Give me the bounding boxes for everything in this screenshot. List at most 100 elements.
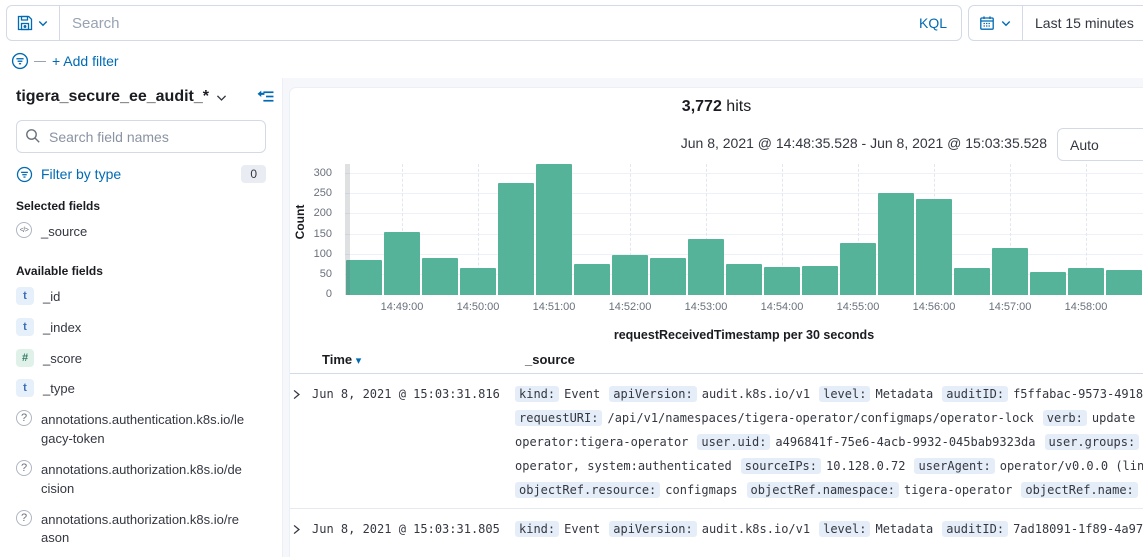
field-search-input[interactable] [16, 120, 266, 153]
y-tick-label: 300 [292, 167, 332, 179]
histogram-plot [345, 164, 1143, 295]
histogram-bar[interactable] [802, 266, 838, 295]
histogram-bar[interactable] [650, 258, 686, 295]
field-name: annotations.authentication.k8s.io/legacy… [41, 411, 246, 449]
query-bar: KQL [6, 5, 962, 41]
field-item[interactable]: ? annotations.authentication.k8s.io/legac… [16, 405, 266, 455]
kibana-discover-app: KQL Last 15 minutes + Add filter tigera_… [0, 0, 1143, 557]
filter-by-type-label: Filter by type [41, 166, 121, 182]
field-key-badge: auditID: [942, 521, 1008, 537]
y-axis-ticks: 050100150200250300 [290, 164, 338, 295]
y-tick-label: 250 [292, 187, 332, 199]
filter-options-button[interactable] [8, 49, 32, 73]
histogram-bar[interactable] [346, 260, 382, 295]
partial-bucket-marker [345, 164, 350, 295]
time-column-header[interactable]: Time ▾ [322, 352, 525, 367]
field-value: operator/v0.0.0 (linu [1000, 459, 1143, 473]
field-item[interactable]: #_score [16, 344, 266, 375]
add-filter-button[interactable]: + Add filter [52, 53, 119, 69]
histogram-bar[interactable] [992, 248, 1028, 295]
date-quick-select-button[interactable] [969, 6, 1023, 40]
histogram-bar[interactable] [878, 193, 914, 295]
unknown-field-icon: ? [16, 410, 32, 426]
available-fields-list: t_idt_index#_scoret_type?annotations.aut… [16, 282, 266, 557]
source-field-icon: </> [16, 222, 32, 238]
field-item[interactable]: t _index [16, 313, 266, 344]
field-name: _id [43, 288, 60, 307]
search-input[interactable] [60, 6, 905, 40]
source-column-header: _source [525, 352, 1143, 367]
filter-icon [16, 166, 33, 183]
field-item[interactable]: t _type [16, 374, 266, 405]
y-tick-label: 0 [292, 288, 332, 300]
field-key-badge: user.uid: [697, 434, 770, 450]
histogram-bar[interactable] [574, 264, 610, 295]
x-tick-label: 14:54:00 [761, 301, 804, 313]
histogram-bar[interactable] [726, 264, 762, 295]
interval-select[interactable]: Auto [1057, 128, 1143, 161]
histogram-bar[interactable] [1068, 268, 1104, 295]
field-key-badge: user.groups: [1045, 434, 1140, 450]
field-key-badge: userAgent: [914, 458, 994, 474]
index-pattern-switcher[interactable]: tigera_secure_ee_audit_* [16, 88, 209, 106]
sort-descending-icon[interactable]: ▾ [356, 355, 362, 367]
collapse-sidebar-button[interactable] [257, 88, 274, 105]
x-tick-label: 14:53:00 [685, 301, 728, 313]
field-item[interactable]: ?annotations.authorization.k8s.io/decisi… [16, 455, 266, 505]
expand-row-button[interactable] [290, 517, 312, 541]
field-value: Event [564, 387, 600, 401]
field-name: _type [43, 380, 75, 399]
histogram-bar[interactable] [612, 255, 648, 295]
documents-table: Time ▾ _source Jun 8, 2021 @ 15:03:31.81… [290, 352, 1143, 547]
filter-icon [11, 52, 29, 70]
histogram-bar[interactable] [916, 199, 952, 295]
field-item[interactable]: ?annotations.authorization.k8s.io/reason [16, 505, 266, 555]
field-key-badge: apiVersion: [609, 386, 696, 402]
histogram-bar[interactable] [536, 164, 572, 295]
saved-query-menu-button[interactable] [7, 6, 60, 40]
field-name: _index [43, 319, 81, 338]
field-value: update [1092, 411, 1135, 425]
histogram-bar[interactable] [688, 239, 724, 295]
y-tick-label: 100 [292, 248, 332, 260]
x-tick-label: 14:56:00 [913, 301, 956, 313]
filter-by-type-button[interactable]: Filter by type [16, 166, 121, 183]
histogram-bar[interactable] [1030, 272, 1066, 295]
field-key-badge: verb: [1043, 410, 1087, 426]
x-tick-label: 14:52:00 [609, 301, 652, 313]
histogram-bar[interactable] [384, 232, 420, 295]
field-value: operator:tigera-operator [515, 435, 688, 449]
string-field-icon: t [16, 379, 34, 397]
field-key-badge: kind: [515, 521, 559, 537]
histogram-chart: Count 050100150200250300 14:49:0014:50:0… [290, 164, 1143, 316]
x-axis-ticks: 14:49:0014:50:0014:51:0014:52:0014:53:00… [345, 301, 1143, 317]
field-item[interactable]: </> _source [16, 217, 266, 248]
field-key-badge: objectRef.namespace: [747, 482, 900, 498]
expand-row-button[interactable] [290, 382, 312, 406]
selected-fields-heading: Selected fields [16, 199, 266, 213]
x-tick-label: 14:57:00 [989, 301, 1032, 313]
chevron-down-icon [215, 91, 228, 104]
histogram-bar[interactable] [840, 243, 876, 295]
field-value: 7ad18091-1f89-4a97-9 [1013, 522, 1143, 536]
filter-count-badge: 0 [241, 165, 266, 183]
histogram-bar[interactable] [1106, 270, 1142, 295]
menu-left-icon [257, 88, 274, 105]
field-value: tigera-operator [904, 483, 1012, 497]
field-name: _source [41, 223, 87, 242]
selected-fields-list: </> _source [16, 217, 266, 248]
histogram-bar[interactable] [954, 268, 990, 295]
field-item[interactable]: t_id [16, 282, 266, 313]
string-field-icon: t [16, 318, 34, 336]
available-fields-heading: Available fields [16, 264, 266, 278]
field-key-badge: objectRef.resource: [515, 482, 660, 498]
histogram-bar[interactable] [764, 267, 800, 295]
time-range-button[interactable]: Last 15 minutes [1023, 15, 1143, 31]
histogram-bar[interactable] [460, 268, 496, 295]
histogram-bar[interactable] [498, 183, 534, 295]
kql-language-button[interactable]: KQL [905, 6, 961, 40]
field-key-badge: auditID: [942, 386, 1008, 402]
gridline [345, 234, 1143, 235]
histogram-bar[interactable] [422, 258, 458, 295]
discover-main-panel: 3,772 hits Jun 8, 2021 @ 14:48:35.528 - … [290, 88, 1143, 557]
